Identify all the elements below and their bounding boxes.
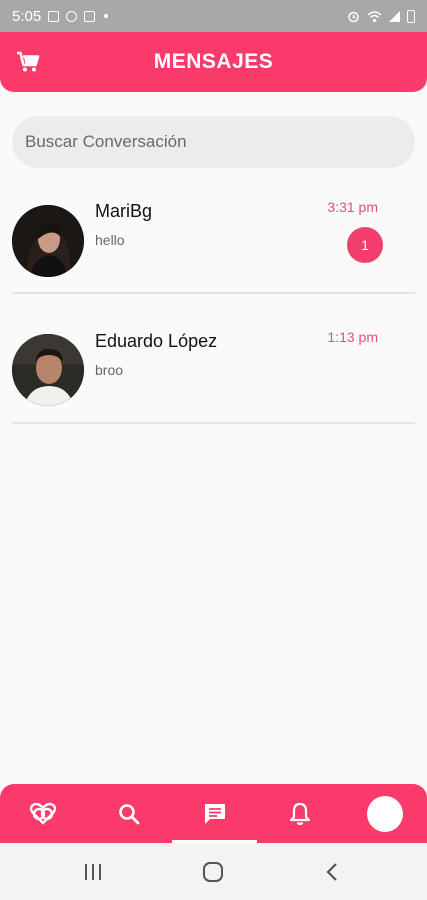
matches-icon[interactable] bbox=[0, 784, 86, 843]
conversation-time: 1:13 pm bbox=[327, 329, 378, 345]
profile-avatar[interactable] bbox=[342, 784, 427, 843]
alarm-icon bbox=[348, 11, 359, 22]
conversation-name: Eduardo López bbox=[95, 331, 218, 351]
avatar bbox=[12, 334, 84, 406]
status-right bbox=[347, 9, 415, 23]
conversation-item[interactable]: MariBg hello 3:31 pm 1 bbox=[0, 190, 427, 320]
search-placeholder: Buscar Conversación bbox=[25, 132, 187, 151]
search-input[interactable]: Buscar Conversación bbox=[12, 116, 415, 168]
profile-circle bbox=[366, 795, 403, 832]
chat-icon[interactable] bbox=[172, 784, 257, 843]
status-time: 5:05 bbox=[12, 7, 42, 25]
conversation-time: 3:31 pm bbox=[327, 199, 378, 215]
wifi-icon bbox=[367, 10, 382, 22]
signal-icon bbox=[389, 10, 400, 22]
conversation-item[interactable]: Eduardo López broo 1:13 pm bbox=[0, 320, 427, 450]
whatsapp-icon bbox=[66, 10, 78, 22]
image-icon bbox=[48, 10, 60, 22]
app-icon bbox=[84, 10, 96, 22]
bottom-navigation bbox=[0, 784, 427, 843]
page-title: MENSAJES bbox=[153, 50, 274, 73]
recents-icon[interactable] bbox=[63, 843, 123, 900]
status-bar: 5:05 bbox=[0, 0, 427, 32]
conversation-last-message: broo bbox=[95, 362, 124, 378]
conversation-last-message: hello bbox=[95, 232, 125, 248]
divider bbox=[12, 292, 415, 294]
search-icon[interactable] bbox=[86, 784, 172, 843]
battery-icon bbox=[407, 9, 415, 23]
unread-badge: 1 bbox=[347, 227, 383, 263]
avatar bbox=[12, 205, 84, 277]
bell-icon[interactable] bbox=[257, 784, 342, 843]
back-icon[interactable] bbox=[302, 843, 362, 900]
divider bbox=[12, 422, 415, 424]
home-icon[interactable] bbox=[183, 843, 243, 900]
status-left: 5:05 bbox=[12, 8, 347, 25]
system-navigation-bar bbox=[0, 843, 427, 900]
conversation-name: MariBg bbox=[95, 201, 153, 221]
cart-icon[interactable] bbox=[14, 48, 42, 76]
dot-icon bbox=[104, 14, 109, 18]
app-header: MENSAJES bbox=[0, 32, 427, 92]
